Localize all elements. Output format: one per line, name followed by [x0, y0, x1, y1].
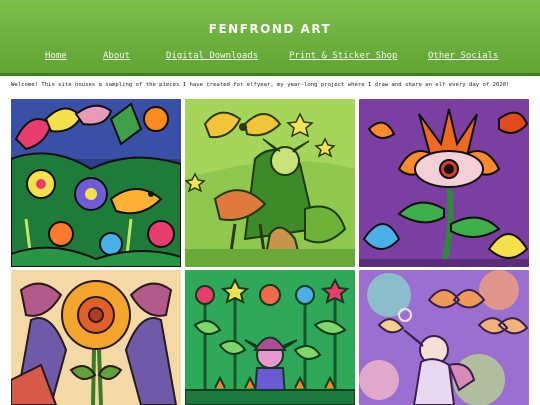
nav-link-about[interactable]: About — [103, 51, 130, 61]
artwork-gallery — [11, 99, 529, 405]
artwork-tile-2[interactable] — [185, 99, 355, 267]
nav-link-home[interactable]: Home — [45, 51, 67, 61]
welcome-text: Welcome! This site houses a sampling of … — [11, 82, 510, 88]
main-nav: Home About Digital Downloads Print & Sti… — [0, 51, 540, 65]
nav-link-other-socials[interactable]: Other Socials — [428, 51, 498, 61]
green-elf-with-butterfly-artwork — [185, 99, 355, 267]
elf-in-garden-artwork — [185, 270, 355, 405]
artwork-tile-4[interactable] — [11, 270, 181, 405]
artwork-tile-3[interactable] — [359, 99, 529, 267]
sunflower-elves-artwork — [11, 270, 181, 405]
artwork-tile-5[interactable] — [185, 270, 355, 405]
pastel-elf-with-butterflies-artwork — [359, 270, 529, 405]
site-title: FENFROND ART — [208, 22, 332, 36]
site-header: FENFROND ART Home About Digital Download… — [0, 0, 540, 76]
artwork-tile-6[interactable] — [359, 270, 529, 405]
artwork-tile-1[interactable] — [11, 99, 181, 267]
nav-link-digital-downloads[interactable]: Digital Downloads — [166, 51, 258, 61]
header-divider — [0, 73, 540, 76]
bird-and-flower-jungle-artwork — [11, 99, 181, 267]
eye-flower-artwork — [359, 99, 529, 267]
nav-link-print-sticker-shop[interactable]: Print & Sticker Shop — [289, 51, 397, 61]
